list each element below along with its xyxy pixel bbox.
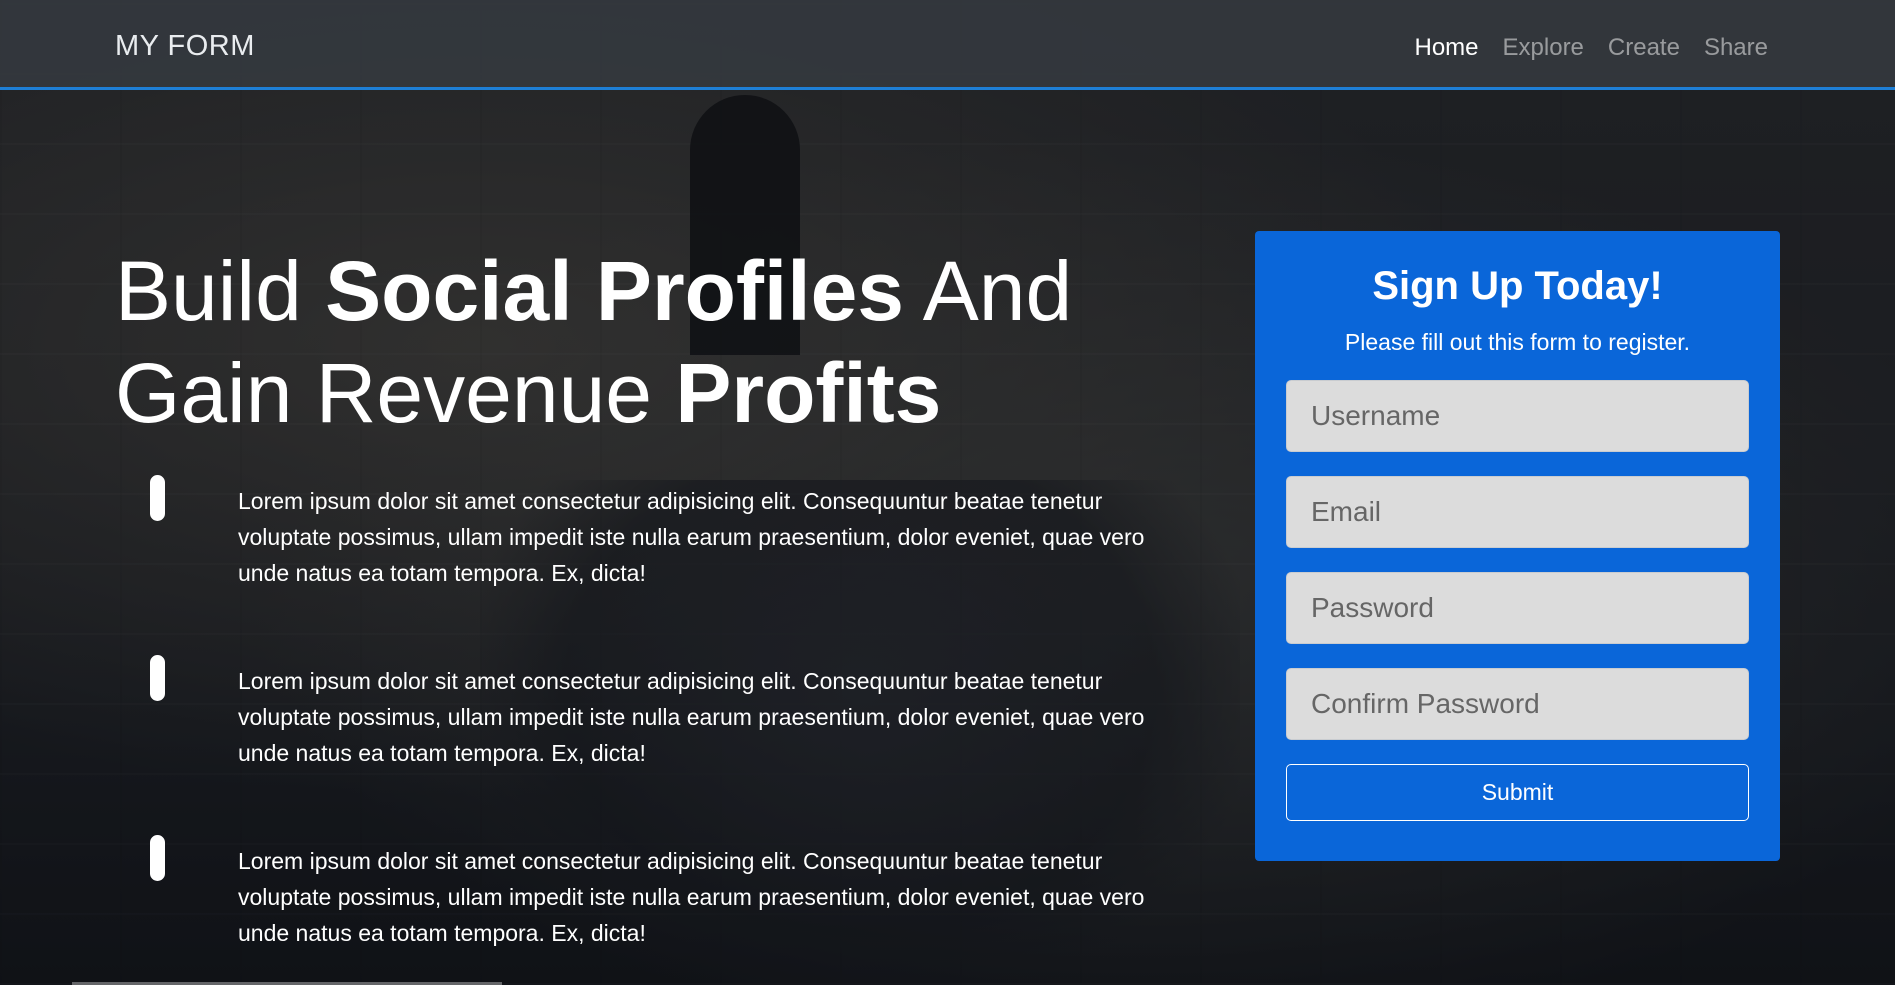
check-icon [150, 475, 165, 521]
signup-card: Sign Up Today! Please fill out this form… [1255, 231, 1780, 861]
brand-logo[interactable]: MY FORM [115, 30, 255, 63]
nav-link-share[interactable]: Share [1704, 34, 1768, 62]
nav-link-create[interactable]: Create [1608, 34, 1680, 62]
hero-title-bold: Profits [675, 346, 942, 440]
signup-subtitle: Please fill out this form to register. [1344, 329, 1691, 355]
submit-button[interactable]: Submit [1286, 764, 1749, 821]
feature-text: Lorem ipsum dolor sit amet consectetur a… [238, 668, 1145, 766]
confirm-password-input[interactable] [1286, 668, 1749, 740]
hero-title-part: Build [115, 244, 326, 338]
nav-links: Home Explore Create Share [1415, 34, 1769, 62]
feature-text: Lorem ipsum dolor sit amet consectetur a… [238, 488, 1145, 586]
signup-form: Submit [1286, 380, 1749, 821]
hero-title-bold: Social Profiles [325, 244, 905, 338]
feature-item: Lorem ipsum dolor sit amet consectetur a… [150, 655, 1160, 775]
feature-item: Lorem ipsum dolor sit amet consectetur a… [150, 835, 1160, 955]
check-icon [150, 835, 165, 881]
check-icon [150, 655, 165, 701]
feature-text: Lorem ipsum dolor sit amet consectetur a… [238, 848, 1145, 946]
nav-link-explore[interactable]: Explore [1503, 34, 1584, 62]
nav-link-home[interactable]: Home [1415, 34, 1479, 62]
signup-title: Sign Up Today! [1372, 264, 1663, 308]
password-input[interactable] [1286, 572, 1749, 644]
username-input[interactable] [1286, 380, 1749, 452]
page: MY FORM Home Explore Create Share Build … [0, 0, 1895, 985]
navbar: MY FORM Home Explore Create Share [0, 0, 1895, 90]
feature-item: Lorem ipsum dolor sit amet consectetur a… [150, 475, 1160, 595]
email-input[interactable] [1286, 476, 1749, 548]
hero-title: Build Social Profiles And Gain Revenue P… [115, 240, 1225, 444]
